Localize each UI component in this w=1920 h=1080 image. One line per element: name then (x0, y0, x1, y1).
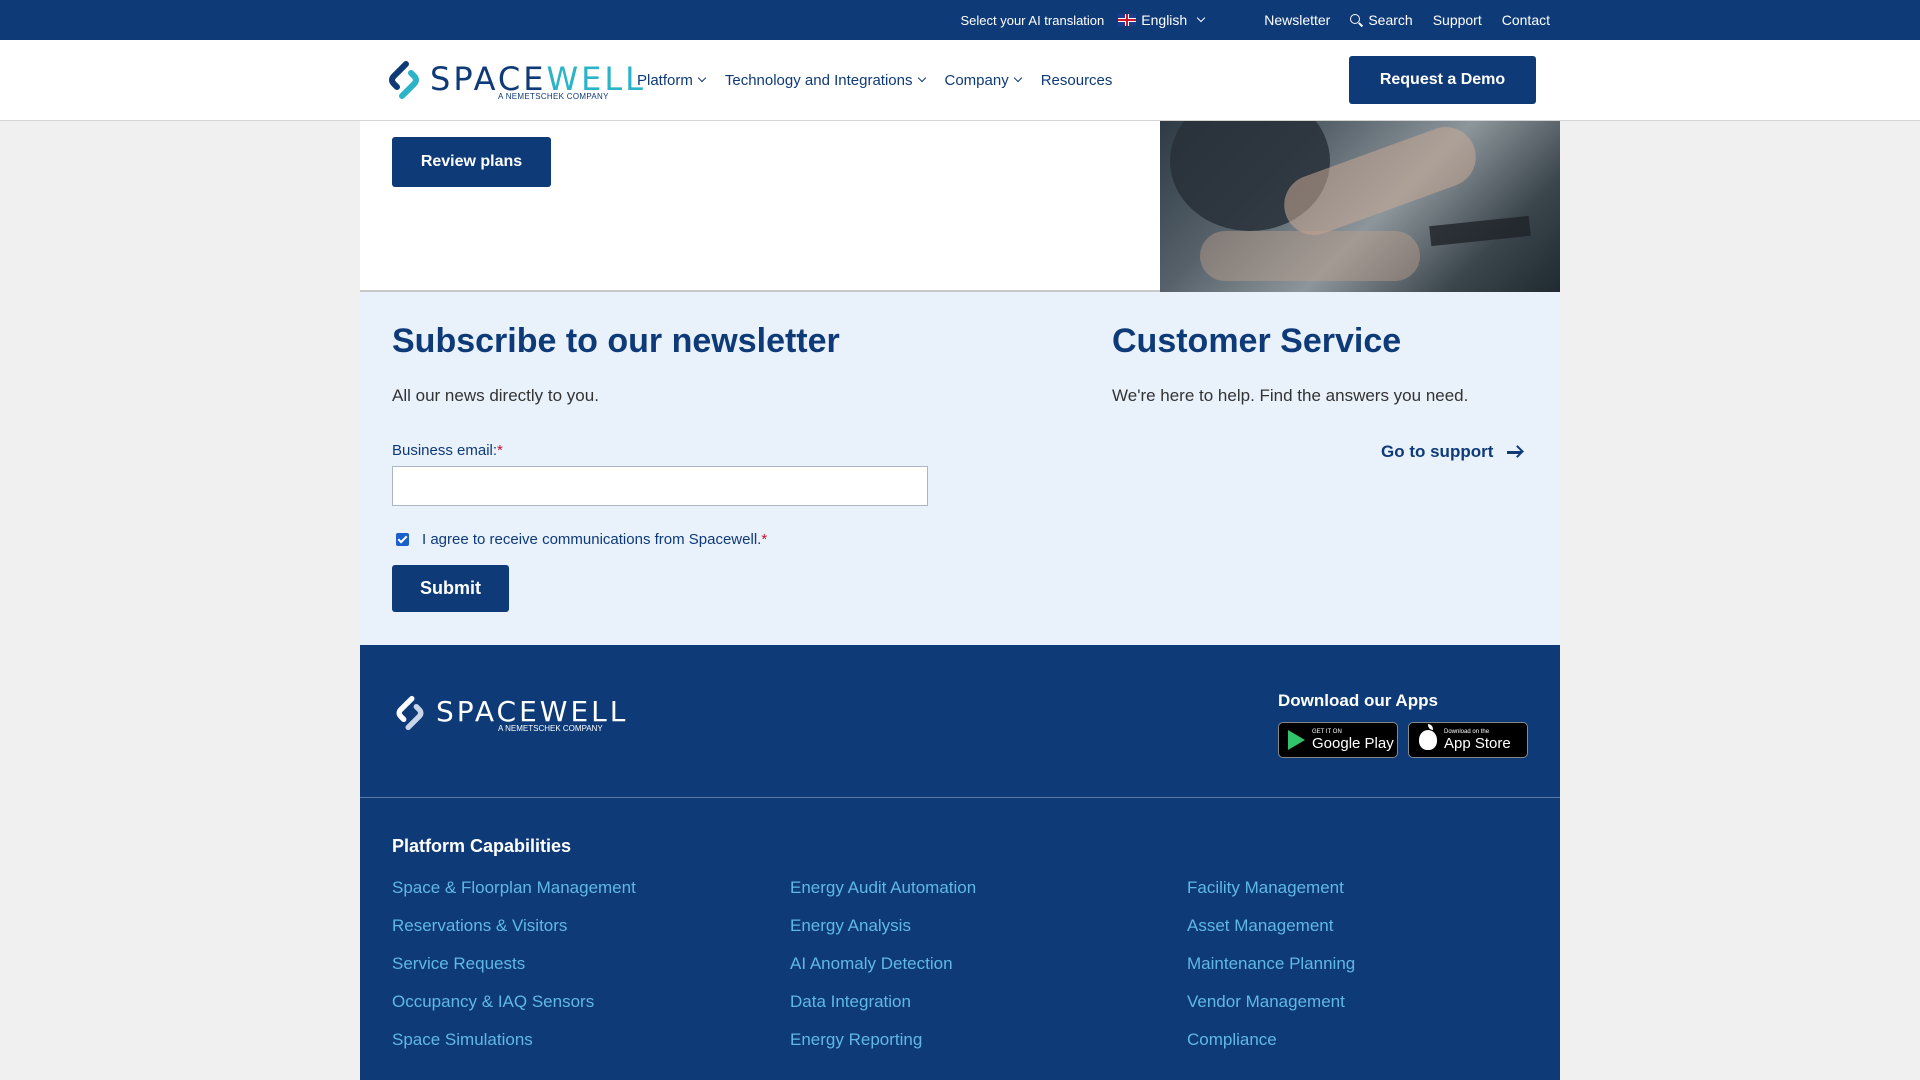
footer-divider (360, 797, 1560, 798)
spacewell-logo-mark-icon (396, 695, 424, 731)
request-demo-button[interactable]: Request a Demo (1349, 56, 1536, 104)
email-field[interactable] (392, 466, 928, 506)
footer-link[interactable]: Compliance (1187, 1029, 1355, 1067)
app-store-badge[interactable]: Download on the App Store (1408, 722, 1528, 758)
language-value: English (1141, 12, 1188, 28)
nav-platform[interactable]: Platform (637, 71, 707, 89)
utility-links: Select your AI translation English Newsl… (960, 0, 1550, 40)
hero-card: Review plans (360, 121, 1560, 292)
utility-bar: Select your AI translation English Newsl… (0, 0, 1920, 40)
capabilities-column-workplace: Space & Floorplan Management Reservation… (392, 877, 636, 1067)
footer-link[interactable]: Energy Analysis (790, 915, 976, 953)
newsletter-title: Subscribe to our newsletter (392, 322, 840, 360)
go-to-support-link[interactable]: Go to support (1381, 442, 1523, 462)
newsletter-subtitle: All our news directly to you. (392, 386, 599, 405)
nav-company[interactable]: Company (944, 71, 1022, 89)
footer-link[interactable]: Vendor Management (1187, 991, 1355, 1029)
submit-button[interactable]: Submit (392, 565, 509, 612)
language-selector[interactable]: English (1118, 12, 1206, 28)
arrow-right-icon (1507, 446, 1523, 458)
footer-link[interactable]: Service Requests (392, 953, 636, 991)
consent-label: I agree to receive communications from S… (422, 531, 762, 548)
footer-link[interactable]: Maintenance Planning (1187, 953, 1355, 991)
newsletter-link[interactable]: Newsletter (1264, 12, 1330, 28)
spacewell-logo[interactable]: SPACEWELL A NEMETSCHEK COMPANY (384, 58, 643, 102)
review-plans-button[interactable]: Review plans (392, 137, 551, 187)
footer-link[interactable]: Data Integration (790, 991, 976, 1029)
app-store-label: App Store (1444, 734, 1511, 752)
nav-resources[interactable]: Resources (1041, 72, 1113, 89)
google-play-badge[interactable]: GET IT ON Google Play (1278, 722, 1398, 758)
nav-platform-label: Platform (637, 71, 693, 89)
search-link[interactable]: Search (1350, 12, 1413, 28)
download-apps-title: Download our Apps (1278, 691, 1438, 710)
meeting-photo (1160, 121, 1560, 292)
chevron-down-icon (1013, 73, 1022, 83)
footer-link[interactable]: Reservations & Visitors (392, 915, 636, 953)
contact-link[interactable]: Contact (1502, 12, 1550, 28)
google-play-icon (1288, 730, 1305, 750)
footer-link[interactable]: Occupancy & IAQ Sensors (392, 991, 636, 1029)
apple-icon (1419, 724, 1437, 750)
consent-row: I agree to receive communications from S… (396, 531, 767, 548)
chevron-down-icon (1196, 13, 1206, 23)
nav-technology[interactable]: Technology and Integrations (724, 71, 926, 89)
footer-link[interactable]: Energy Audit Automation (790, 877, 976, 915)
required-mark: * (761, 531, 768, 548)
email-label-text: Business email: (392, 442, 498, 459)
newsletter-section: Subscribe to our newsletter All our news… (360, 292, 1560, 645)
consent-checkbox[interactable] (396, 533, 409, 546)
footer-link[interactable]: Space Simulations (392, 1029, 636, 1067)
footer-link[interactable]: Energy Reporting (790, 1029, 976, 1067)
support-link[interactable]: Support (1433, 12, 1482, 28)
customer-service-title: Customer Service (1112, 322, 1402, 360)
logo-subtitle: A NEMETSCHEK COMPANY (498, 92, 609, 101)
main-nav: Platform Technology and Integrations Com… (637, 40, 1132, 120)
chevron-down-icon (697, 73, 707, 83)
google-play-label: Google Play (1312, 734, 1394, 752)
footer-link[interactable]: Space & Floorplan Management (392, 877, 636, 915)
platform-capabilities-title: Platform Capabilities (392, 836, 572, 856)
customer-service-subtitle: We're here to help. Find the answers you… (1112, 386, 1469, 405)
site-footer: SPACEWELL A NEMETSCHEK COMPANY Download … (360, 645, 1560, 1080)
site-header: SPACEWELL A NEMETSCHEK COMPANY Platform … (0, 40, 1920, 121)
nav-company-label: Company (944, 71, 1009, 89)
footer-link[interactable]: Facility Management (1187, 877, 1355, 915)
footer-logo[interactable]: SPACEWELL A NEMETSCHEK COMPANY (392, 693, 625, 733)
search-label: Search (1368, 12, 1413, 28)
capabilities-column-energy: Energy Audit Automation Energy Analysis … (790, 877, 976, 1067)
translation-label: Select your AI translation (960, 12, 1105, 28)
footer-logo-subtitle: A NEMETSCHEK COMPANY (498, 724, 603, 733)
footer-link[interactable]: Asset Management (1187, 915, 1355, 953)
nav-technology-label: Technology and Integrations (724, 71, 913, 89)
uk-flag-icon (1118, 14, 1137, 26)
search-icon (1350, 13, 1363, 27)
required-mark: * (497, 442, 503, 459)
email-label: Business email:* (392, 442, 503, 459)
chevron-down-icon (917, 73, 926, 83)
go-to-support-label: Go to support (1381, 442, 1494, 461)
spacewell-logo-mark-icon (389, 61, 419, 99)
capabilities-column-facility: Facility Management Asset Management Mai… (1187, 877, 1355, 1067)
footer-link[interactable]: AI Anomaly Detection (790, 953, 976, 991)
